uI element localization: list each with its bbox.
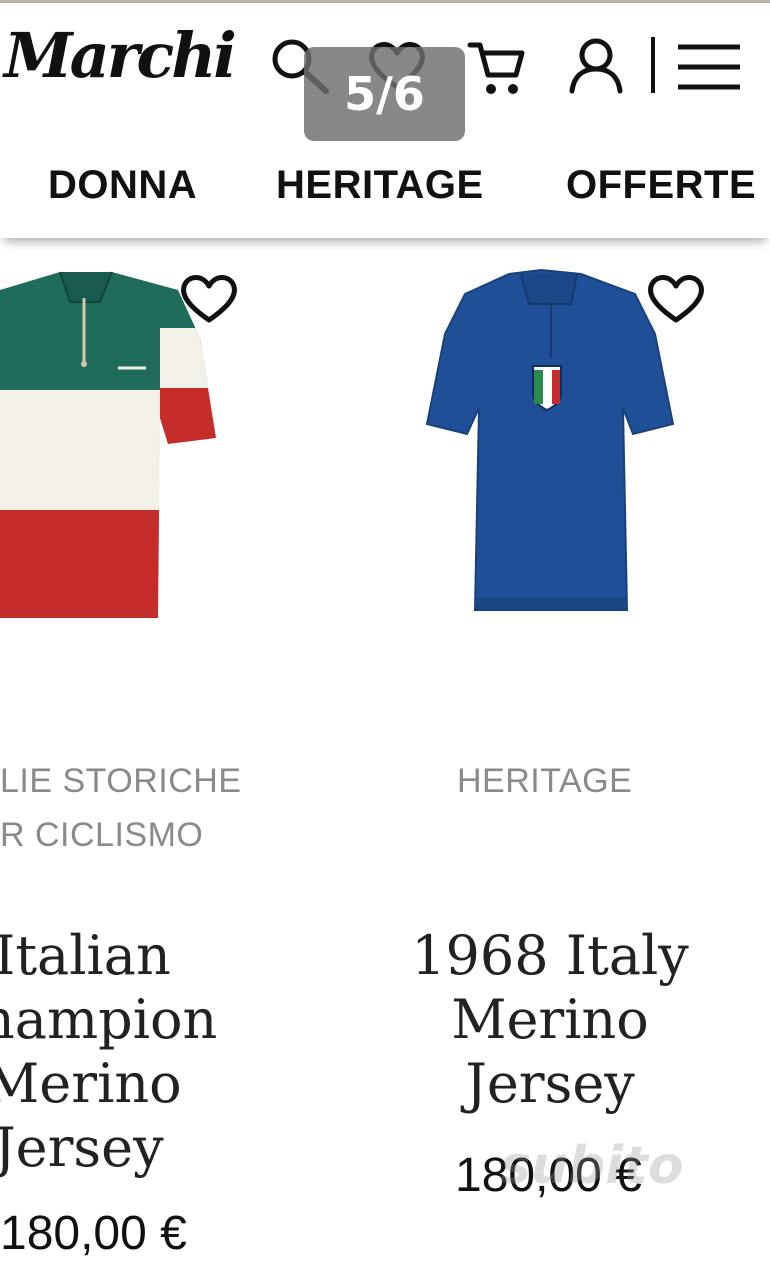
- product-name[interactable]: Italian hampion Merino Jersey: [0, 924, 217, 1180]
- nav-item-heritage[interactable]: HERITAGE: [276, 163, 484, 208]
- product-card[interactable]: HERITAGE 1968 Italy Merino Jersey 180,00…: [385, 240, 770, 1226]
- wishlist-heart-icon[interactable]: [645, 270, 707, 326]
- cart-icon[interactable]: [466, 37, 528, 99]
- user-icon[interactable]: [566, 35, 626, 95]
- product-name[interactable]: 1968 Italy Merino Jersey: [385, 924, 715, 1116]
- menu-icon[interactable]: [676, 43, 742, 91]
- product-category: HERITAGE: [457, 762, 633, 800]
- watermark-logo: subito: [500, 1136, 684, 1196]
- nav-item-offerte[interactable]: OFFERTE: [566, 163, 756, 208]
- nav-item-donna[interactable]: DONNA: [48, 163, 197, 208]
- product-category: LIE STORICHE R CICLISMO: [0, 762, 242, 854]
- product-card[interactable]: LIE STORICHE R CICLISMO Italian hampion …: [0, 240, 330, 1260]
- category-nav: DONNA HERITAGE OFFERTE: [0, 163, 770, 213]
- header-divider: [651, 37, 655, 93]
- wishlist-heart-icon[interactable]: [178, 270, 240, 326]
- product-image-1968-italy-jersey[interactable]: [421, 268, 677, 620]
- image-counter-badge: 5/6: [304, 47, 465, 141]
- brand-logo[interactable]: Marchi: [4, 25, 237, 87]
- product-price: 180,00 €: [0, 1207, 187, 1260]
